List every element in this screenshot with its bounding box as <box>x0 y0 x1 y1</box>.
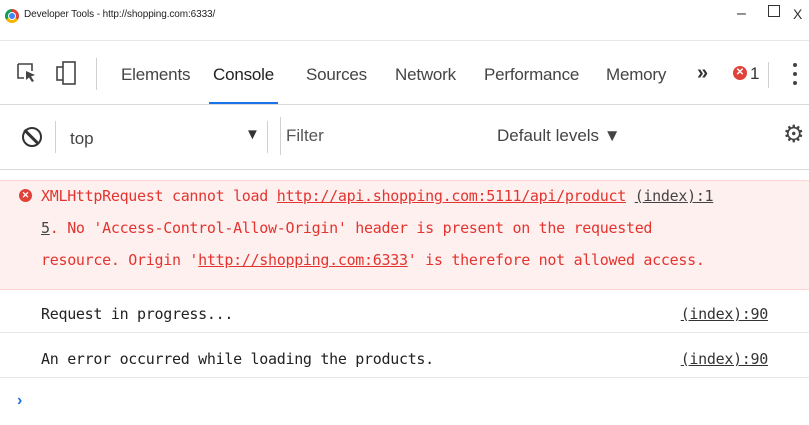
device-toolbar-icon[interactable] <box>56 60 78 86</box>
tab-network[interactable]: Network <box>395 65 456 85</box>
console-log-message: An error occurred while loading the prod… <box>0 341 809 378</box>
minimize-button[interactable]: – <box>737 4 746 24</box>
error-line-3: resource. Origin 'http://shopping.com:63… <box>41 251 705 269</box>
context-selector[interactable]: top <box>70 129 94 149</box>
more-tabs-button[interactable]: » <box>697 62 708 85</box>
error-source-link-tail[interactable]: 5 <box>41 219 50 237</box>
settings-gear-icon[interactable]: ⚙ <box>783 122 805 148</box>
toolbar-divider <box>768 62 769 88</box>
maximize-button[interactable] <box>768 5 780 17</box>
log-levels-dropdown[interactable]: Default levels ▼ <box>497 126 621 146</box>
error-text: XMLHttpRequest cannot load <box>41 187 277 205</box>
toolbar-divider <box>267 121 268 153</box>
log-text: Request in progress... <box>41 305 234 323</box>
filter-input[interactable] <box>280 117 488 155</box>
context-dropdown-arrow-icon[interactable]: ▼ <box>245 126 260 143</box>
inspect-element-icon[interactable] <box>16 62 38 84</box>
console-error-message: ✕ XMLHttpRequest cannot load http://api.… <box>0 180 809 290</box>
console-filter-bar: top ▼ Default levels ▼ ⚙ <box>0 105 809 170</box>
error-request-url[interactable]: http://api.shopping.com:5111/api/product <box>277 187 627 205</box>
devtools-tab-bar: Elements Console Sources Network Perform… <box>0 46 809 105</box>
window-titlebar: Developer Tools - http://shopping.com:63… <box>0 0 809 41</box>
tab-elements[interactable]: Elements <box>121 65 190 85</box>
close-button[interactable]: X <box>793 4 802 24</box>
error-icon: ✕ <box>19 189 32 202</box>
console-prompt-icon[interactable]: › <box>17 392 22 410</box>
error-origin-url[interactable]: http://shopping.com:6333 <box>198 251 408 269</box>
console-log-message: Request in progress... (index):90 <box>0 296 809 333</box>
error-text: ' is therefore not allowed access. <box>407 251 705 269</box>
error-source-link[interactable]: (index):1 <box>635 187 714 205</box>
tab-performance[interactable]: Performance <box>484 65 579 85</box>
error-text: resource. Origin ' <box>41 251 199 269</box>
error-line-1: XMLHttpRequest cannot load http://api.sh… <box>41 187 714 205</box>
error-line-2: 5. No 'Access-Control-Allow-Origin' head… <box>41 219 652 237</box>
clear-console-icon[interactable] <box>22 127 42 147</box>
error-text: . No 'Access-Control-Allow-Origin' heade… <box>49 219 653 237</box>
log-source-link[interactable]: (index):90 <box>681 305 769 323</box>
chrome-icon <box>5 9 19 23</box>
tab-sources[interactable]: Sources <box>306 65 367 85</box>
window-title: Developer Tools - http://shopping.com:63… <box>24 9 216 20</box>
more-options-icon[interactable] <box>793 63 797 85</box>
log-source-link[interactable]: (index):90 <box>681 350 769 368</box>
log-text: An error occurred while loading the prod… <box>41 350 434 368</box>
tab-console[interactable]: Console <box>209 65 278 104</box>
error-count-icon[interactable]: ✕ <box>733 66 747 80</box>
error-count[interactable]: 1 <box>750 64 759 84</box>
toolbar-divider <box>96 58 97 90</box>
toolbar-divider <box>55 121 56 153</box>
tab-memory[interactable]: Memory <box>606 65 666 85</box>
